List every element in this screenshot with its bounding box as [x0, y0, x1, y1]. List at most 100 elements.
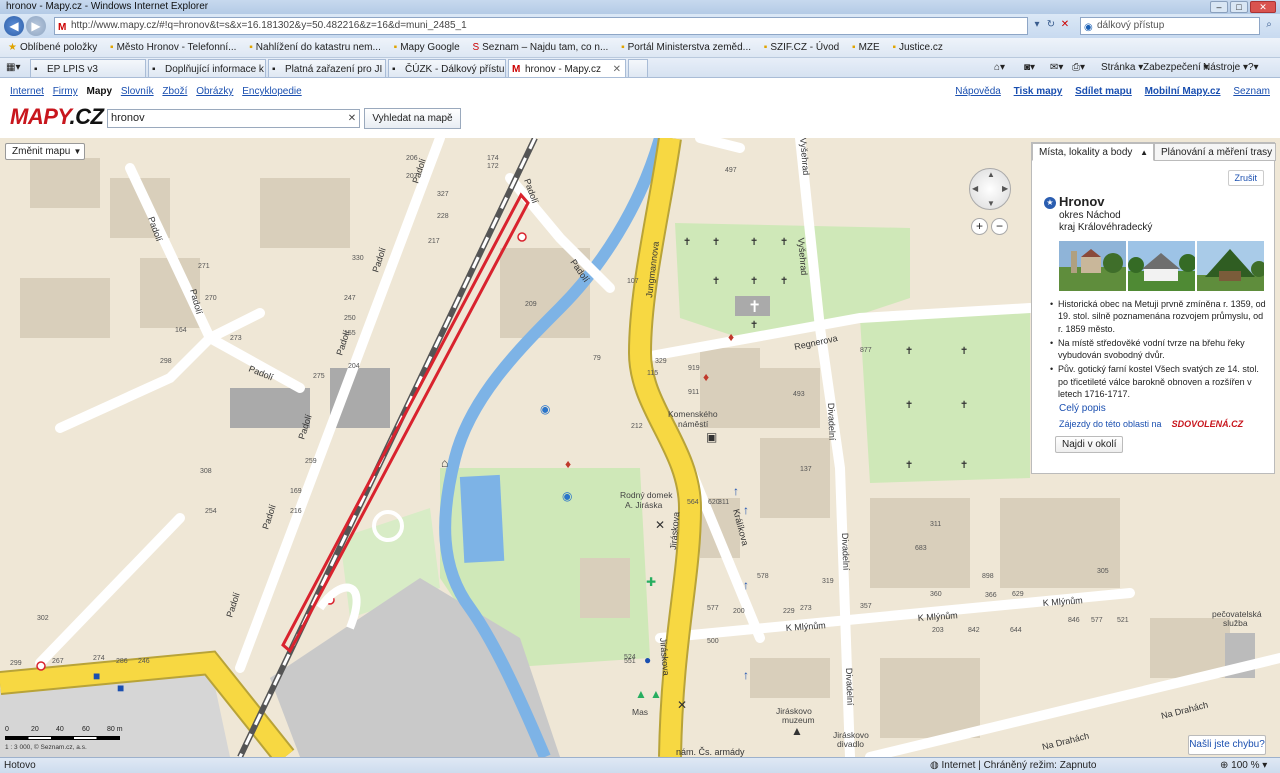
status-bar: Hotovo ◍ Internet | Chráněný režim: Zapn… [0, 757, 1280, 773]
print-map-link[interactable]: Tisk mapy [1014, 86, 1063, 97]
refresh-icon[interactable]: ↻ [1044, 18, 1058, 32]
report-error-button[interactable]: Našli jste chybu? [1188, 735, 1266, 755]
security-zone[interactable]: ◍ Internet | Chráněný režim: Zapnuto [930, 758, 1096, 773]
compatibility-icon[interactable]: ▾ [1030, 18, 1044, 32]
forward-button[interactable]: ▶ [26, 16, 46, 36]
new-tab-button[interactable] [628, 59, 648, 77]
mail-icon[interactable]: ✉▾ [1050, 58, 1063, 77]
browser-tab[interactable]: ▪Doplňující informace k De... [148, 59, 266, 77]
zoom-out-button[interactable]: − [991, 218, 1008, 235]
pan-left-icon[interactable]: ◀ [972, 184, 978, 193]
site-nav: Internet Firmy Mapy Slovník Zboží Obrázk… [10, 86, 308, 97]
zoom-in-button[interactable]: + [971, 218, 988, 235]
change-map-button[interactable]: Změnit mapu ▼ [5, 143, 86, 160]
back-button[interactable]: ◀ [4, 16, 24, 36]
browser-tab-active[interactable]: Mhronov - Mapy.cz ✕ [508, 59, 626, 77]
scale-text: 1 : 3 000, © Seznam.cz, a.s. [5, 744, 87, 751]
map-label: muzeum [782, 715, 815, 725]
favorite-item[interactable]: ▪ SZIF.CZ - Úvod [764, 38, 839, 57]
map-label: Na Drahách [1160, 700, 1209, 721]
house-number: 273 [230, 335, 242, 342]
security-menu[interactable]: Zabezpečení ▾ [1143, 58, 1209, 77]
nav-firmy[interactable]: Firmy [53, 86, 78, 97]
site-favicon-icon: M [58, 22, 67, 33]
house-number: 207 [406, 173, 418, 180]
search-provider-box[interactable]: ◉ dálkový přístup [1080, 17, 1260, 35]
share-map-link[interactable]: Sdílet mapu [1075, 86, 1132, 97]
close-window-button[interactable]: ✕ [1250, 1, 1276, 13]
clear-search-icon[interactable]: ✕ [345, 110, 359, 127]
tools-menu[interactable]: Nástroje ▾ [1203, 58, 1248, 77]
search-input[interactable]: hronov [107, 109, 360, 128]
place-photo[interactable] [1059, 241, 1126, 291]
place-photo[interactable] [1128, 241, 1195, 291]
house-number: 155 [344, 330, 356, 337]
house-number: 308 [200, 468, 212, 475]
help-icon[interactable]: ?▾ [1248, 58, 1259, 77]
nav-internet[interactable]: Internet [10, 86, 44, 97]
favorite-item[interactable]: ▪ MZE [852, 38, 880, 57]
feeds-icon[interactable]: ◙▾ [1024, 58, 1035, 77]
seznam-link[interactable]: Seznam [1233, 86, 1270, 97]
favorite-item[interactable]: S Seznam – Najdu tam, co n... [472, 38, 608, 57]
minimize-button[interactable]: – [1210, 1, 1228, 13]
house-number: 578 [757, 573, 769, 580]
favorite-item[interactable]: ▪ Nahlížení do katastru nem... [249, 38, 381, 57]
favorites-button[interactable]: ★ Oblíbené položky [8, 38, 97, 57]
home-icon[interactable]: ⌂▾ [994, 58, 1005, 77]
stop-icon[interactable]: ✕ [1058, 18, 1072, 32]
print-icon[interactable]: ⎙▾ [1072, 58, 1085, 77]
house-number: 299 [10, 660, 22, 667]
tab-planning[interactable]: Plánování a měření trasy [1154, 143, 1276, 161]
search-icon[interactable]: ⌕ [1262, 18, 1276, 32]
right-nav: Nápověda Tisk mapy Sdílet mapu Mobilní M… [945, 86, 1270, 97]
find-nearby-button[interactable]: Najdi v okolí [1055, 436, 1124, 453]
tab-places[interactable]: Místa, lokality a body ▲ [1032, 143, 1154, 161]
pond [459, 474, 505, 563]
cancel-button[interactable]: Zrušit [1227, 170, 1264, 186]
svg-text:✝: ✝ [712, 237, 720, 248]
search-button[interactable]: Vyhledat na mapě [364, 108, 461, 129]
mapy-logo[interactable]: MAPY.CZ [10, 104, 104, 130]
help-link[interactable]: Nápověda [955, 86, 1001, 97]
full-description-link[interactable]: Celý popis [1059, 403, 1106, 414]
pan-up-icon[interactable]: ▲ [987, 170, 995, 179]
nav-zbozi[interactable]: Zboží [162, 86, 187, 97]
favorite-item[interactable]: ▪ Portál Ministerstva zeměd... [621, 38, 751, 57]
favorite-item[interactable]: ▪ Město Hronov - Telefonní... [110, 38, 236, 57]
pan-control[interactable]: ▲ ▼ ◀ ▶ [969, 168, 1011, 210]
nav-obrazky[interactable]: Obrázky [196, 86, 233, 97]
pan-right-icon[interactable]: ▶ [1002, 184, 1008, 193]
favorite-item[interactable]: ▪ Mapy Google [394, 38, 460, 57]
map-label: Regnerova [793, 333, 838, 352]
place-photo[interactable] [1197, 241, 1264, 291]
svg-text:✝: ✝ [712, 276, 720, 287]
house-number: 357 [860, 603, 872, 610]
browser-tab[interactable]: ▪Platná zařazení pro JI (EAF... [268, 59, 386, 77]
house-number: 209 [525, 301, 537, 308]
svg-text:✝: ✝ [905, 460, 913, 471]
church-icon: ✝ [748, 299, 761, 316]
dovolena-logo[interactable]: SDOVOLENÁ.CZ [1172, 419, 1244, 429]
maximize-button[interactable]: □ [1230, 1, 1248, 13]
page-menu[interactable]: Stránka ▾ [1101, 58, 1143, 77]
house-number: 164 [175, 327, 187, 334]
collapse-icon[interactable]: ▲ [1140, 144, 1148, 161]
nav-encyklopedie[interactable]: Encyklopedie [242, 86, 301, 97]
quick-tabs-icon[interactable]: ▦▾ [6, 58, 20, 77]
page-icon: ▪ [892, 42, 896, 53]
nav-mapy[interactable]: Mapy [86, 86, 112, 97]
mobile-maps-link[interactable]: Mobilní Mapy.cz [1145, 86, 1221, 97]
zoom-level[interactable]: ⊕ 100 % ▾ [1220, 758, 1267, 773]
map-label: A. Jiráska [625, 500, 663, 510]
favorite-item[interactable]: ▪ Justice.cz [892, 38, 942, 57]
nav-slovnik[interactable]: Slovník [121, 86, 154, 97]
close-tab-icon[interactable]: ✕ [613, 60, 621, 77]
browser-tab[interactable]: ▪ EP LPIS v3 [30, 59, 146, 77]
address-bar[interactable]: M http://www.mapy.cz/#!q=hronov&t=s&x=16… [54, 17, 1028, 35]
trips-link[interactable]: Zájezdy do této oblasti na SDOVOLENÁ.CZ [1059, 419, 1243, 429]
browser-tab[interactable]: ▪ČÚZK - Dálkový přístup k ... [388, 59, 506, 77]
svg-text:↑: ↑ [743, 578, 749, 592]
pan-down-icon[interactable]: ▼ [987, 199, 995, 208]
house-number: 564 [687, 499, 699, 506]
